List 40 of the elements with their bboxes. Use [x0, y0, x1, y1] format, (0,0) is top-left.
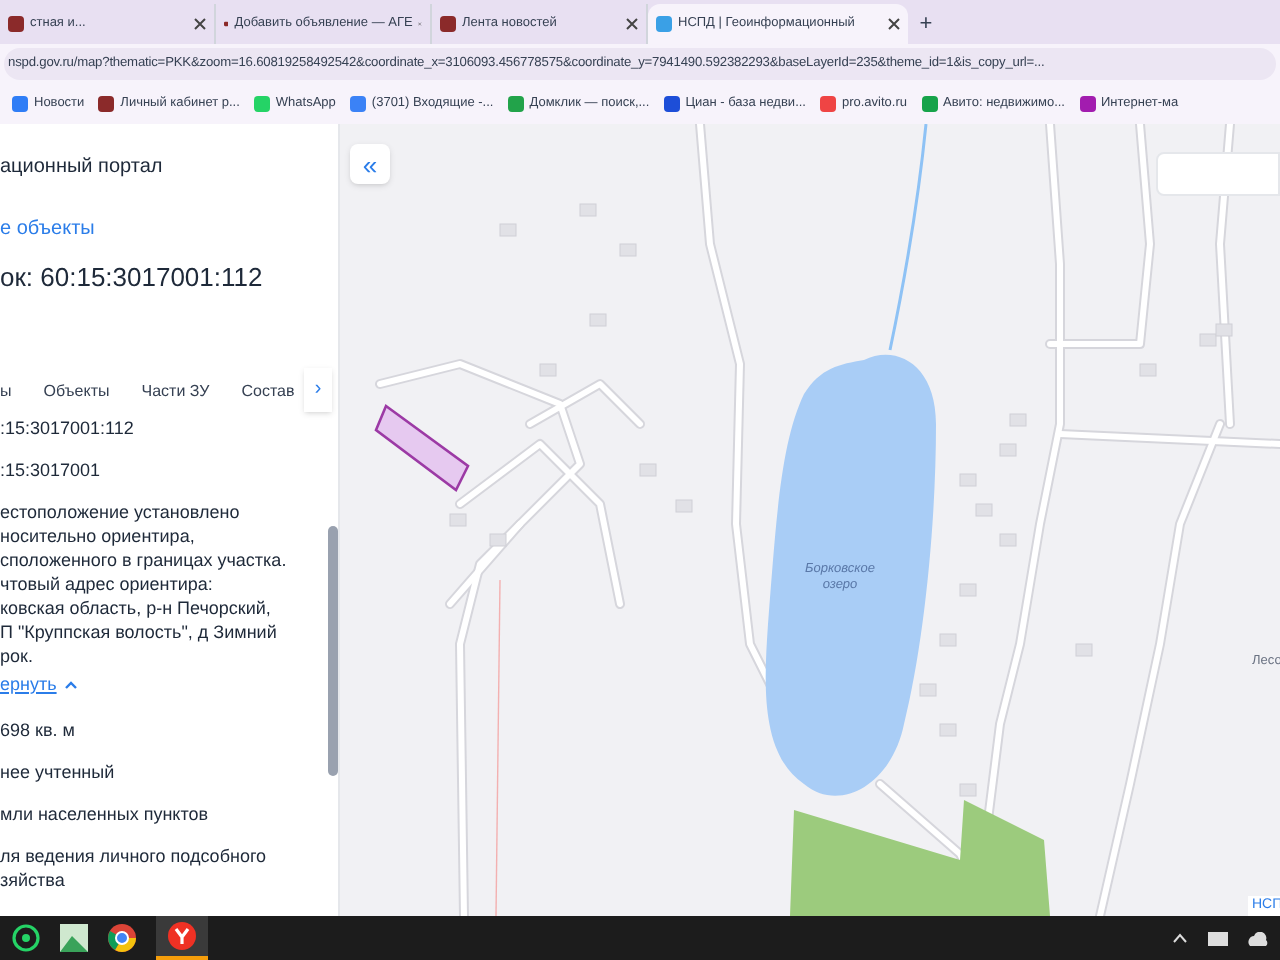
field-value: :15:3017001:112 [0, 416, 136, 440]
parcel-heading: ок: 60:15:3017001:112 [0, 260, 263, 296]
field-value: рок. [0, 644, 35, 668]
new-tab-button[interactable]: + [908, 4, 944, 44]
field-value: зяйства [0, 867, 67, 891]
scrollbar-thumb[interactable] [328, 526, 338, 776]
info-tab[interactable]: Объекты [43, 380, 110, 404]
battery-icon[interactable] [1208, 931, 1228, 945]
chevron-up-icon [64, 680, 79, 691]
site-icon [656, 16, 672, 32]
map-search-field[interactable] [1156, 152, 1280, 196]
field-value: ля ведения личного подсобного [0, 843, 269, 867]
chevron-up-icon[interactable] [1172, 932, 1188, 944]
info-tab[interactable]: Состав [241, 380, 295, 404]
field-value: чтовый адрес ориентира: [0, 572, 215, 596]
field-value: нее учтенный [0, 759, 117, 783]
field-value: носительно ориентира, [0, 524, 197, 548]
field-value: :15:3017001 [0, 458, 103, 482]
field-value: 698 кв. м [0, 717, 77, 741]
tabs-next-button[interactable]: › [304, 368, 332, 412]
active-app-icon[interactable] [156, 916, 208, 960]
close-icon[interactable] [194, 18, 206, 30]
cloud-icon[interactable] [1248, 931, 1268, 945]
portal-title: ационный портал [0, 154, 163, 182]
field-value: П "Круппская волость", д Зимний [0, 620, 279, 644]
site-icon [440, 16, 456, 32]
close-icon[interactable] [888, 18, 900, 30]
site-icon [224, 16, 229, 32]
info-tab[interactable]: Части ЗУ [141, 380, 210, 404]
close-icon[interactable] [626, 18, 638, 30]
info-tab[interactable]: ы [0, 380, 12, 404]
collapse-link[interactable]: ернуть [0, 672, 324, 699]
field-value: ковская область, р-н Печорский, [0, 596, 273, 620]
browser-icon[interactable] [108, 924, 136, 952]
site-icon [8, 16, 24, 32]
objects-link[interactable]: е объекты [0, 214, 95, 244]
field-value: мли населенных пунктов [0, 801, 211, 825]
field-value: естоположение установлено [0, 500, 242, 524]
collapse-panel-button[interactable]: « [350, 144, 390, 184]
field-value: сположенного в границах участка. [0, 548, 289, 572]
